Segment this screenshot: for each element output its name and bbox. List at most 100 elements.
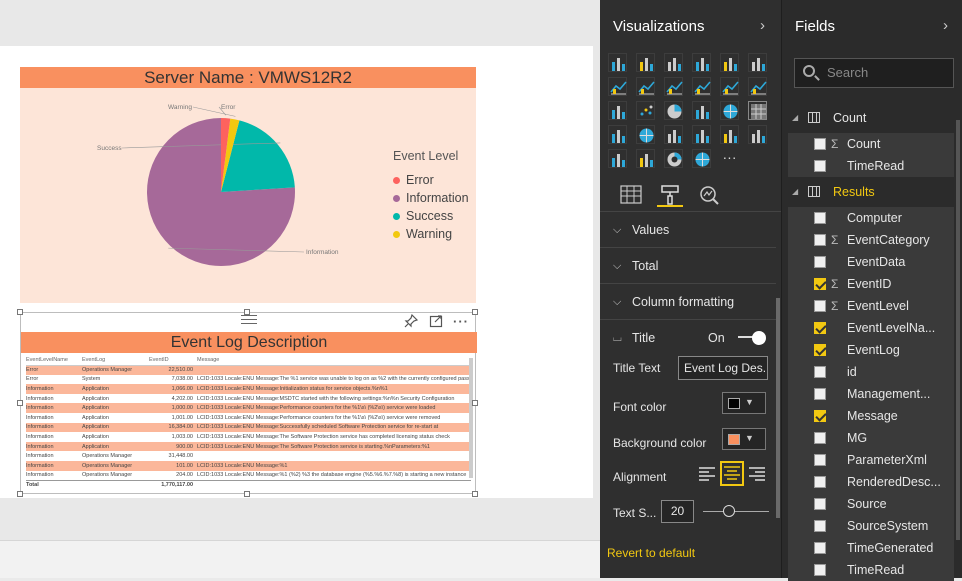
field-item[interactable]: id xyxy=(788,361,954,383)
resize-handle[interactable] xyxy=(17,491,23,497)
card-icon[interactable] xyxy=(748,125,767,144)
field-item[interactable]: Source xyxy=(788,493,954,515)
table-row[interactable]: Information Application 4,202.00 LCID:1033 … xyxy=(26,394,471,404)
pin-icon[interactable] xyxy=(403,313,419,330)
field-item[interactable]: TimeRead xyxy=(788,155,954,177)
section-column-formatting[interactable]: ⌵ Column formatting xyxy=(600,284,776,320)
field-checkbox[interactable] xyxy=(814,520,826,532)
analytics-icon[interactable] xyxy=(696,183,722,207)
resize-handle[interactable] xyxy=(472,309,478,315)
field-item[interactable]: RenderedDesc... xyxy=(788,471,954,493)
slicer-icon[interactable] xyxy=(636,149,655,168)
clustered-column-chart-icon[interactable] xyxy=(692,53,711,72)
field-item[interactable]: Message xyxy=(788,405,954,427)
table-row[interactable]: Information Application 900.00 LCID:1033 Lo… xyxy=(26,441,471,452)
resize-handle[interactable] xyxy=(17,309,23,315)
field-item[interactable]: Σ EventLevel xyxy=(788,295,954,317)
table-row[interactable]: Information Application 1,066.00 LCID:1033 … xyxy=(26,384,471,394)
field-item[interactable]: EventData xyxy=(788,251,954,273)
table-node-count[interactable]: ◢ Count xyxy=(782,107,958,129)
table-row[interactable]: Error System 7,038.00 LCID:1033 Locale:ENU … xyxy=(26,375,471,385)
collapse-pane-chevron-icon[interactable]: › xyxy=(943,17,948,34)
resize-handle[interactable] xyxy=(244,491,250,497)
table-row[interactable]: Information Operations Manager 31,448.00 xyxy=(26,451,471,461)
fields-search-input[interactable]: Search xyxy=(794,58,954,88)
kpi-icon[interactable] xyxy=(608,149,627,168)
text-size-input[interactable]: 20 xyxy=(661,500,694,523)
matrix-icon[interactable] xyxy=(608,125,627,144)
field-checkbox[interactable] xyxy=(814,212,826,224)
field-item[interactable]: EventLevelNa... xyxy=(788,317,954,339)
legend-item-success[interactable]: Success xyxy=(393,207,469,225)
text-size-slider-track[interactable] xyxy=(703,511,769,512)
resize-handle[interactable] xyxy=(472,400,478,406)
multi-row-card-icon[interactable] xyxy=(720,125,739,144)
field-checkbox[interactable] xyxy=(814,278,826,290)
viz-pane-scrollbar[interactable] xyxy=(776,298,780,518)
column-header[interactable]: EventID xyxy=(149,356,197,366)
drag-grip-icon[interactable] xyxy=(241,315,257,324)
field-checkbox[interactable] xyxy=(814,476,826,488)
table-row[interactable]: Error Operations Manager 22,510.00 xyxy=(26,365,471,375)
pie-chart-icon[interactable] xyxy=(664,101,683,120)
field-checkbox[interactable] xyxy=(814,234,826,246)
line-column-chart-icon[interactable] xyxy=(692,77,711,96)
table-scrollbar[interactable] xyxy=(469,358,473,478)
more-options-icon[interactable]: ··· xyxy=(453,314,469,330)
legend-item-information[interactable]: Information xyxy=(393,189,469,207)
table-visual[interactable]: ··· Event Log Description EventLevelName… xyxy=(20,312,477,494)
field-checkbox[interactable] xyxy=(814,388,826,400)
area-chart-icon[interactable] xyxy=(636,77,655,96)
title-text-input[interactable]: Event Log Des... xyxy=(678,356,768,380)
align-right-icon[interactable] xyxy=(747,464,767,489)
field-checkbox[interactable] xyxy=(814,322,826,334)
table-row[interactable]: Information Application 16,384.00 LCID:1033… xyxy=(26,422,471,433)
table-row[interactable]: Information Operations Manager 101.00 LCID:… xyxy=(26,460,471,471)
resize-handle[interactable] xyxy=(17,400,23,406)
field-item[interactable]: Management... xyxy=(788,383,954,405)
field-item[interactable]: EventLog xyxy=(788,339,954,361)
field-item[interactable]: ParameterXml xyxy=(788,449,954,471)
field-item[interactable]: Computer xyxy=(788,207,954,229)
format-paint-roller-icon[interactable] xyxy=(657,183,683,207)
column-header[interactable]: EventLevelName xyxy=(26,356,82,366)
field-checkbox[interactable] xyxy=(814,498,826,510)
stacked-column-chart-icon[interactable] xyxy=(636,53,655,72)
pie-chart-visual[interactable]: Server Name : VMWS12R2 Information Succes… xyxy=(20,67,476,303)
100-stacked-column-chart-icon[interactable] xyxy=(748,53,767,72)
funnel-icon[interactable] xyxy=(664,125,683,144)
table-row[interactable]: Information Operations Manager 204.00 LCID:… xyxy=(26,471,471,481)
100-stacked-bar-chart-icon[interactable] xyxy=(720,53,739,72)
scatter-chart-icon[interactable] xyxy=(636,101,655,120)
stacked-bar-chart-icon[interactable] xyxy=(608,53,627,72)
map-icon[interactable] xyxy=(720,101,739,120)
collapse-pane-chevron-icon[interactable]: › xyxy=(760,17,765,34)
ribbon-chart-icon[interactable] xyxy=(748,77,767,96)
column-header[interactable]: Message xyxy=(197,356,471,366)
stacked-area-chart-icon[interactable] xyxy=(664,77,683,96)
field-checkbox[interactable] xyxy=(814,366,826,378)
field-item[interactable]: Σ Count xyxy=(788,133,954,155)
resize-handle[interactable] xyxy=(472,491,478,497)
section-title[interactable]: ⌴ Title On xyxy=(600,320,776,356)
font-color-picker[interactable]: ▼ xyxy=(722,392,766,414)
field-checkbox[interactable] xyxy=(814,300,826,312)
filled-map-icon[interactable] xyxy=(636,125,655,144)
waterfall-chart-icon[interactable] xyxy=(608,101,627,120)
field-checkbox[interactable] xyxy=(814,454,826,466)
line-chart-icon[interactable] xyxy=(608,77,627,96)
field-checkbox[interactable] xyxy=(814,138,826,150)
table-row[interactable]: Information Application 1,003.00 LCID:1033 … xyxy=(26,432,471,442)
fields-tab-icon[interactable] xyxy=(618,183,644,207)
field-checkbox[interactable] xyxy=(814,542,826,554)
legend-item-warning[interactable]: Warning xyxy=(393,225,469,243)
table-row[interactable]: Information Application 1,000.00 LCID:1033 … xyxy=(26,403,471,413)
more-visuals-icon[interactable]: ··· xyxy=(720,149,739,168)
fields-scrollbar[interactable] xyxy=(956,120,960,540)
field-item[interactable]: Σ EventID xyxy=(788,273,954,295)
focus-mode-icon[interactable] xyxy=(428,314,444,330)
field-item[interactable]: MG xyxy=(788,427,954,449)
text-size-slider-thumb[interactable] xyxy=(723,505,735,517)
column-header[interactable]: EventLog xyxy=(82,356,149,366)
legend-item-error[interactable]: Error xyxy=(393,171,469,189)
